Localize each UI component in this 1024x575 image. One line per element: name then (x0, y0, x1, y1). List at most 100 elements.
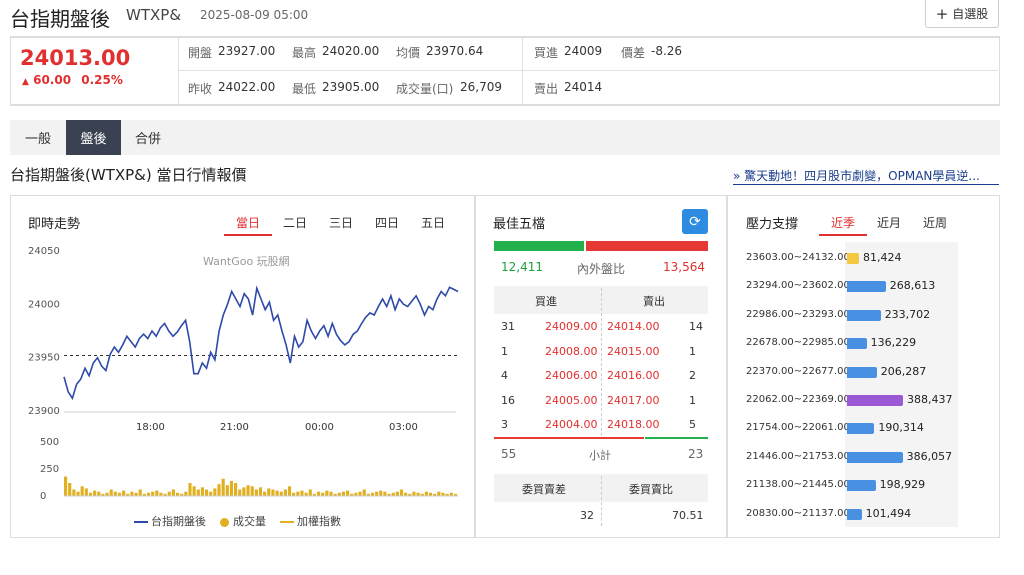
avg-value: 23970.64 (426, 44, 484, 58)
volume-bar (113, 491, 117, 496)
volume-bar (300, 490, 304, 496)
volume-bar (424, 491, 428, 496)
high-label: 最高 (292, 46, 317, 60)
volume-bar (221, 478, 225, 496)
symbol-code: WTXP& (126, 6, 182, 24)
tab-after-hours[interactable]: 盤後 (66, 120, 121, 155)
volume-bar (167, 491, 171, 496)
x-tick-label: 21:00 (220, 422, 249, 433)
pressure-range: 22986.00~23293.00 (746, 308, 850, 320)
volume-bar (399, 489, 404, 496)
volume-bar (379, 490, 383, 496)
news-link[interactable]: » 驚天動地！四月股市劇變，OPMAN學員逆... (733, 167, 999, 185)
tab-day-2[interactable]: 二日 (283, 214, 307, 231)
volume-bar (225, 485, 229, 496)
ask-value: 24014 (564, 80, 603, 94)
x-tick-label: 18:00 (136, 422, 165, 433)
tab-combined[interactable]: 合併 (121, 120, 175, 155)
refresh-button[interactable]: ⟳ (682, 209, 708, 234)
volume-bar (383, 491, 387, 496)
tab-general[interactable]: 一般 (10, 120, 66, 155)
tab-day-4[interactable]: 四日 (375, 214, 399, 231)
volume-bar (122, 490, 126, 496)
volume-bar (325, 490, 329, 496)
volume-bar (188, 483, 192, 496)
bid-header: 買進 (535, 295, 557, 308)
bid-ask-ratio-label: 委買賣比 (629, 483, 673, 496)
ask-price: 24018.00 (607, 418, 660, 431)
bid-qty: 4 (501, 369, 508, 382)
volume-bar (308, 489, 312, 496)
ask-qty: 1 (689, 393, 696, 407)
inner-volume: 12,411 (501, 260, 543, 274)
volume-bar (97, 491, 101, 496)
pressure-range: 22678.00~22985.00 (746, 337, 850, 349)
volume-bar (246, 485, 250, 496)
x-tick-label: 03:00 (389, 422, 418, 433)
volume-bar (84, 488, 88, 496)
volume-bar (234, 483, 238, 496)
volume-bar (72, 489, 76, 496)
volume-bar (209, 491, 213, 496)
pressure-bar (847, 451, 903, 463)
ask-qty: 5 (689, 418, 696, 431)
bid-ask-diff-label: 委買賣差 (522, 483, 566, 496)
bid-ask-ratio-value: 70.51 (672, 509, 704, 522)
inner-outer-ratio-bar (494, 241, 708, 251)
add-watchlist-label: 自選股 (952, 7, 989, 21)
volume-bar (205, 489, 209, 496)
volume-bar (229, 480, 234, 496)
bid-value: 24009 (564, 44, 603, 58)
tab-day-5[interactable]: 五日 (421, 214, 445, 231)
pressure-bar (847, 366, 877, 378)
tab-day-1[interactable]: 當日 (223, 214, 273, 236)
chart-legend: 台指期盤後 成交量 加權指數 (134, 513, 341, 529)
ask-label: 賣出 (534, 82, 559, 96)
tab-month[interactable]: 近月 (877, 214, 901, 231)
ask-qty: 2 (689, 369, 696, 382)
volume-bar (437, 491, 441, 496)
change-pct: 0.25% (81, 73, 123, 87)
pressure-bar (847, 338, 867, 350)
volume-tick-label: 250 (40, 464, 59, 475)
avg-label: 均價 (396, 46, 421, 60)
y-tick-label: 23900 (28, 406, 60, 417)
add-watchlist-button[interactable]: + 自選股 (925, 0, 999, 28)
ask-qty: 1 (689, 344, 696, 358)
last-price: 24013.00 (20, 46, 131, 70)
pressure-bar (847, 281, 886, 293)
prev-value: 24022.00 (218, 80, 276, 94)
subtotal-ask: 23 (688, 447, 704, 461)
datetime: 2025-08-09 05:00 (200, 8, 309, 22)
volume-value: 26,709 (460, 80, 502, 94)
volume-bar (200, 487, 205, 496)
pressure-title: 壓力支撐 (746, 217, 799, 232)
bid-price: 24004.00 (545, 418, 598, 431)
diff-value: -8.26 (651, 44, 683, 58)
volume-bar (254, 489, 258, 496)
pressure-range: 23294.00~23602.00 (746, 280, 850, 292)
legend-volume: 成交量 (220, 513, 266, 529)
pressure-range: 21754.00~22061.00 (746, 422, 850, 434)
ask-price: 24017.00 (607, 393, 660, 407)
volume-bar (155, 490, 159, 496)
tab-day-3[interactable]: 三日 (329, 214, 353, 231)
price-change: ▲ 60.00 0.25% (22, 73, 123, 87)
volume-bar (64, 476, 68, 496)
bid-ask-diff-value: 32 (580, 509, 594, 522)
pressure-value: 198,929 (879, 478, 926, 492)
volume-bar (329, 491, 333, 496)
volume-bar (358, 491, 362, 496)
pressure-range: 21138.00~21445.00 (746, 479, 850, 491)
pressure-bar (847, 395, 903, 406)
open-label: 開盤 (188, 46, 213, 60)
volume-bar (196, 489, 200, 496)
tab-week[interactable]: 近周 (923, 214, 947, 231)
price-line (63, 285, 459, 401)
volume-bar (395, 491, 399, 496)
pressure-value: 268,613 (889, 279, 936, 293)
open-value: 23927.00 (218, 44, 276, 58)
volume-bar (76, 491, 80, 496)
page-title: 台指期盤後 (10, 7, 110, 31)
tab-quarter[interactable]: 近季 (818, 214, 868, 236)
